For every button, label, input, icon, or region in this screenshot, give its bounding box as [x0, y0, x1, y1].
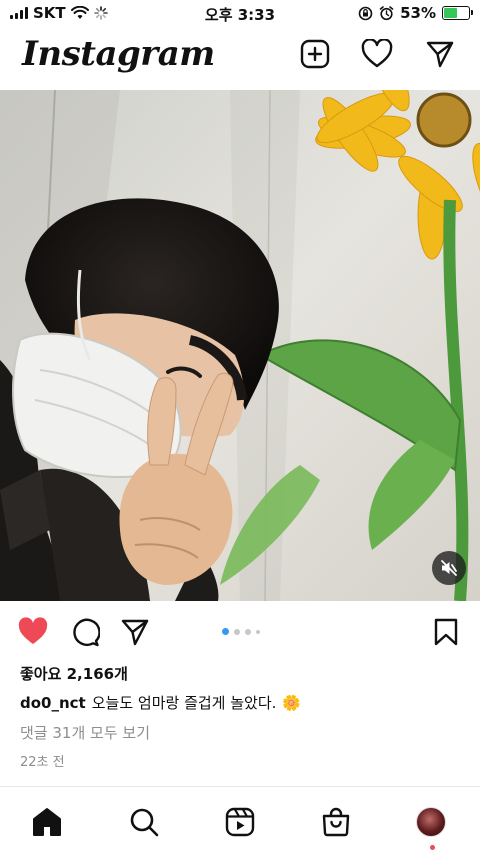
- new-post-icon: [300, 39, 330, 69]
- direct-messages-button[interactable]: [424, 38, 456, 70]
- status-right: 53%: [358, 4, 473, 22]
- search-icon: [130, 808, 159, 837]
- flower-emoji: 🌼: [282, 693, 302, 712]
- direct-message-icon: [426, 41, 454, 68]
- post-caption: do0_nct 오늘도 엄마랑 즐겁게 놀았다. 🌼: [20, 692, 301, 713]
- profile-avatar: [416, 807, 446, 837]
- nav-profile[interactable]: [413, 804, 449, 840]
- save-icon: [434, 618, 458, 646]
- activity-button[interactable]: [361, 38, 393, 70]
- nav-divider: [0, 786, 480, 787]
- carousel-dot: [245, 628, 251, 635]
- new-post-button[interactable]: [299, 38, 331, 70]
- heart-icon: [361, 39, 393, 68]
- carousel-indicator: [222, 628, 260, 635]
- comment-button[interactable]: [68, 615, 102, 649]
- carousel-dot: [256, 629, 260, 634]
- carousel-dot: [222, 628, 229, 635]
- alarm-icon: [379, 5, 394, 20]
- instagram-logo[interactable]: Instagram: [22, 34, 215, 74]
- like-icon: [18, 617, 48, 644]
- nav-reels[interactable]: [222, 804, 258, 840]
- view-all-comments-link[interactable]: 댓글 31개 모두 보기: [20, 722, 150, 743]
- battery-percent: 53%: [400, 4, 436, 22]
- muted-speaker-icon: [441, 560, 457, 576]
- like-button[interactable]: [16, 615, 50, 649]
- likes-count[interactable]: 좋아요 2,166개: [20, 663, 128, 684]
- shop-icon: [322, 807, 350, 837]
- post-timestamp: 22초 전: [20, 755, 65, 770]
- comment-icon: [73, 618, 100, 647]
- post-media[interactable]: [0, 90, 480, 601]
- caption-username[interactable]: do0_nct: [20, 694, 86, 712]
- nav-home[interactable]: [29, 804, 65, 840]
- battery-level-fill: [444, 8, 457, 18]
- post-photo: [0, 90, 480, 601]
- nav-shop[interactable]: [318, 804, 354, 840]
- app-header: Instagram: [0, 28, 480, 90]
- mute-toggle-button[interactable]: [432, 551, 466, 585]
- share-button[interactable]: [118, 615, 152, 649]
- caption-text: 오늘도 엄마랑 즐겁게 놀았다.: [91, 694, 277, 712]
- carousel-dot: [234, 628, 240, 635]
- post-actions: [0, 601, 480, 661]
- battery-charging-icon: [442, 6, 473, 20]
- bottom-nav: [0, 792, 480, 854]
- home-icon: [33, 808, 61, 836]
- share-icon: [121, 619, 149, 646]
- save-button[interactable]: [429, 615, 463, 649]
- screen-rotation-lock-icon: [358, 6, 373, 20]
- profile-notification-dot: [430, 845, 435, 850]
- nav-search[interactable]: [126, 804, 162, 840]
- status-bar: SKT 오후 3:33 53%: [0, 0, 480, 28]
- reels-icon: [225, 807, 255, 837]
